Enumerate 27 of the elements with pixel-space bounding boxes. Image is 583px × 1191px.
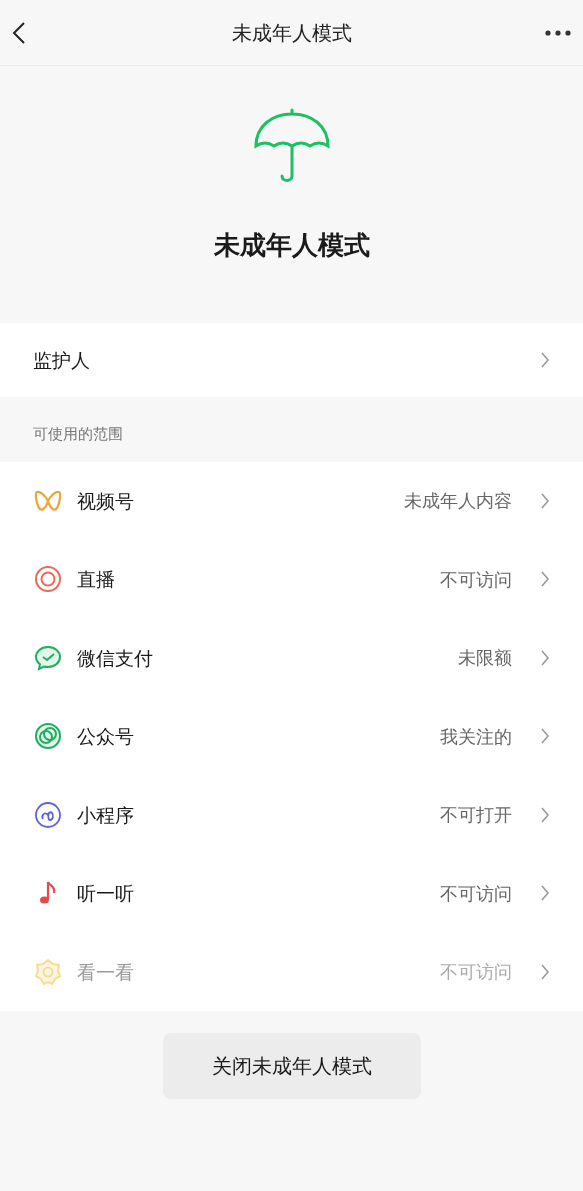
- chevron-icon: [540, 648, 550, 667]
- page-title: 未成年人模式: [213, 229, 370, 262]
- butterfly-icon: [34, 488, 62, 513]
- permission-row[interactable]: 视频号 未成年人内容: [0, 461, 583, 540]
- permission-row[interactable]: 公众号 我关注的: [0, 697, 583, 776]
- nav-title: 未成年人模式: [231, 19, 352, 47]
- permission-row[interactable]: 听一听 不可访问: [0, 854, 583, 933]
- close-mode-button[interactable]: 关闭未成年人模式: [162, 1033, 421, 1099]
- target-circle-icon: [34, 565, 62, 594]
- chevron-icon: [540, 805, 550, 824]
- link-circle-icon: [34, 800, 62, 829]
- guardian-row[interactable]: 监护人: [0, 323, 583, 397]
- chevron-icon: [540, 884, 550, 903]
- chevron-icon: [540, 491, 550, 510]
- chat-check-icon: [34, 643, 62, 672]
- more-icon: [545, 29, 571, 36]
- permission-row[interactable]: 小程序 不可打开: [0, 775, 583, 854]
- section-label: 可使用的范围: [32, 424, 124, 445]
- chevron-icon: [540, 570, 550, 589]
- chevron-icon: [540, 727, 550, 746]
- chevron-icon: [540, 962, 550, 981]
- back-icon: [12, 20, 26, 45]
- permission-row[interactable]: 微信支付 未限额: [0, 618, 583, 697]
- chevron-icon: [540, 351, 550, 369]
- overlapping-rings-icon: [34, 722, 62, 751]
- flower-icon: [34, 957, 62, 986]
- permission-row[interactable]: 直播 不可访问: [0, 540, 583, 619]
